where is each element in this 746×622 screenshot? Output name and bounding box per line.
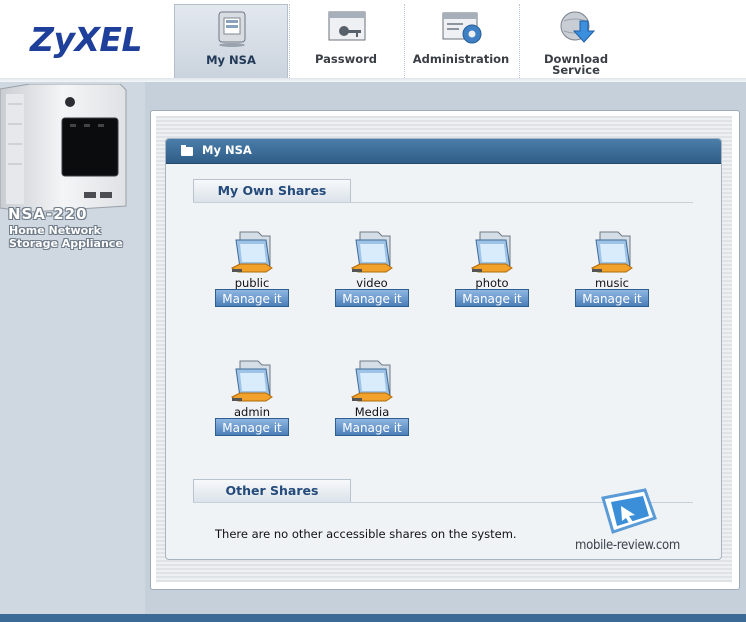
bottom-bar: [0, 614, 746, 622]
section-header-own-shares: My Own Shares: [193, 179, 351, 202]
panel-header: My NSA: [166, 139, 721, 164]
manage-share-button[interactable]: Manage it: [455, 289, 529, 307]
share-name: music: [594, 276, 629, 290]
share-video: video Manage it: [332, 228, 412, 308]
watermark: mobile-review.com: [575, 488, 685, 558]
shared-folder-icon: [231, 231, 273, 273]
share-music: music Manage it: [572, 228, 652, 308]
download-globe-icon: [560, 11, 596, 43]
key-window-icon: [328, 11, 366, 41]
manage-share-button[interactable]: Manage it: [215, 418, 289, 436]
tab-label: Administration: [412, 52, 510, 66]
shared-folder-icon: [471, 231, 513, 273]
manage-share-button[interactable]: Manage it: [335, 289, 409, 307]
tab-password[interactable]: Password: [289, 4, 402, 78]
no-other-shares-message: There are no other accessible shares on …: [215, 527, 517, 541]
gear-window-icon: [442, 12, 482, 44]
logo-text: ZyXEL: [30, 19, 142, 59]
share-name: video: [356, 276, 388, 290]
tab-download-service[interactable]: Download Service: [519, 4, 632, 78]
device-description: Home Network Storage Appliance: [9, 224, 123, 250]
share-name: Media: [354, 405, 390, 419]
manage-share-button[interactable]: Manage it: [335, 418, 409, 436]
device-model: NSA-220: [8, 205, 88, 223]
tab-label: Download Service: [543, 52, 609, 77]
monitor-icon: [218, 11, 246, 47]
manage-share-button[interactable]: Manage it: [215, 289, 289, 307]
nas-device-image: [0, 84, 127, 213]
top-navigation: ZyXEL My NSA Password Administration Dow…: [0, 0, 746, 81]
shared-folder-icon: [351, 360, 393, 402]
share-media: Media Manage it: [332, 357, 412, 437]
manage-share-button[interactable]: Manage it: [575, 289, 649, 307]
panel-title: My NSA: [202, 143, 252, 157]
tab-label: My NSA: [206, 53, 256, 67]
shared-folder-icon: [351, 231, 393, 273]
share-name: public: [234, 276, 270, 290]
watermark-logo-icon: [601, 488, 657, 534]
tab-my-nsa[interactable]: My NSA: [174, 4, 288, 80]
folder-icon: [181, 145, 193, 156]
watermark-text: mobile-review.com: [575, 538, 680, 553]
share-photo: photo Manage it: [452, 228, 532, 308]
share-public: public Manage it: [212, 228, 292, 308]
share-name: photo: [475, 276, 509, 290]
share-admin: admin Manage it: [212, 357, 292, 437]
shared-folder-icon: [591, 231, 633, 273]
share-name: admin: [233, 405, 271, 419]
section-header-other-shares: Other Shares: [193, 479, 351, 502]
tab-label: Password: [315, 52, 377, 66]
shared-folder-icon: [231, 360, 273, 402]
section-divider: [193, 202, 693, 203]
zyxel-logo: ZyXEL: [0, 0, 172, 78]
tab-administration[interactable]: Administration: [404, 4, 517, 78]
